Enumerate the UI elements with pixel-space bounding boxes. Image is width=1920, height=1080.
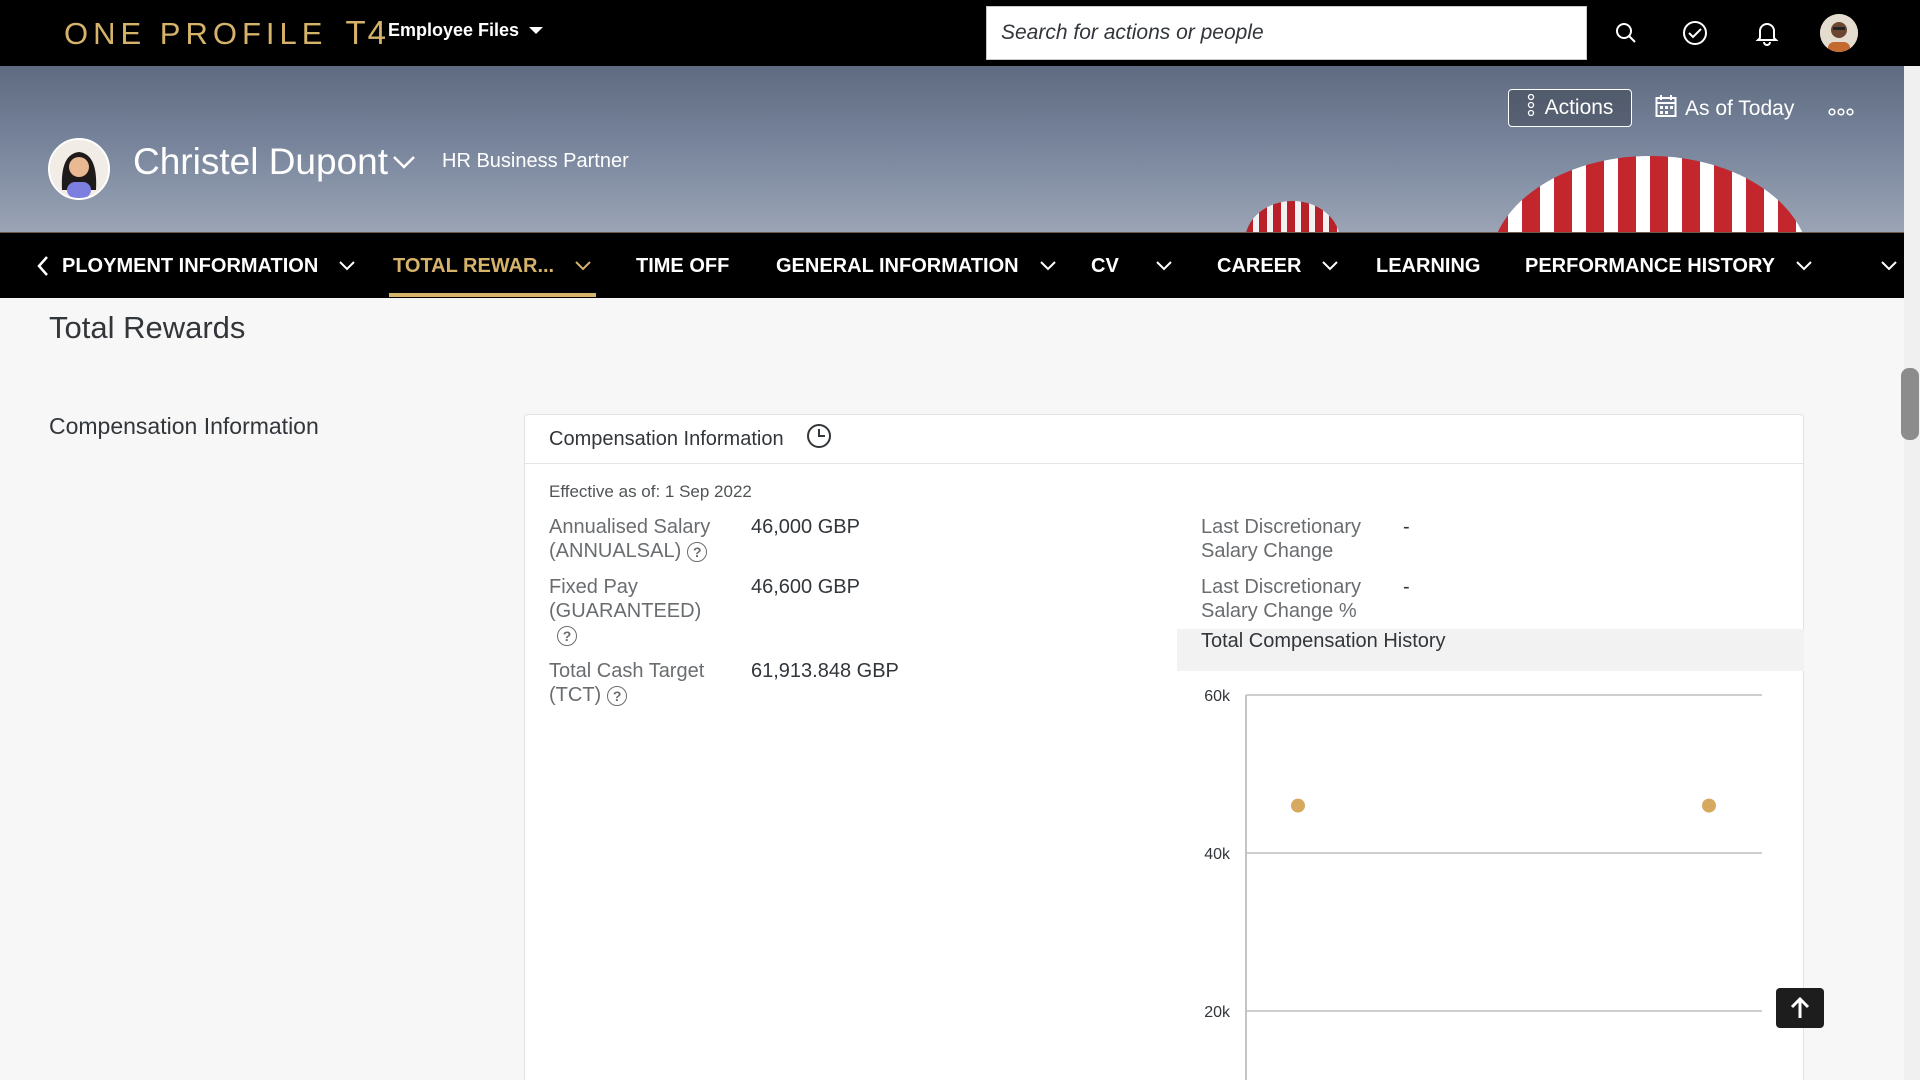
- more-options-icon[interactable]: [1828, 100, 1854, 121]
- search-icon[interactable]: [1608, 15, 1644, 51]
- actions-button[interactable]: Actions: [1508, 89, 1632, 127]
- tab-performance-history[interactable]: PERFORMANCE HISTORY: [1525, 233, 1813, 298]
- label-line: Salary Change: [1201, 540, 1334, 562]
- bell-icon[interactable]: [1749, 15, 1785, 51]
- help-icon[interactable]: ?: [687, 541, 708, 562]
- balloon-image: [1490, 156, 1810, 232]
- section-title: Total Rewards: [49, 310, 246, 345]
- section-tabs: PLOYMENT INFORMATION TOTAL REWAR... TIME…: [0, 232, 1904, 298]
- tab-employment-information[interactable]: PLOYMENT INFORMATION: [62, 233, 356, 298]
- effective-date: Effective as of: 1 Sep 2022: [549, 482, 752, 501]
- help-icon[interactable]: ?: [607, 685, 628, 706]
- total-cash-target-label: Total Cash Target (TCT)?: [549, 659, 704, 707]
- tab-label: CV: [1091, 254, 1119, 277]
- chevron-down-icon: [1156, 261, 1172, 271]
- y-tick-label: 20k: [1204, 1004, 1231, 1021]
- label-line: (GUARANTEED): [549, 600, 702, 622]
- caret-down-icon: [529, 27, 544, 34]
- total-cash-target-value: 61,913.848 GBP: [751, 660, 899, 682]
- menu-label: Employee Files: [388, 20, 520, 40]
- annualised-salary-value: 46,000 GBP: [751, 516, 860, 538]
- tab-general-information[interactable]: GENERAL INFORMATION: [776, 233, 1057, 298]
- tab-label: CAREER: [1217, 254, 1302, 277]
- help-icon[interactable]: ?: [557, 625, 577, 646]
- employee-files-menu[interactable]: Employee Files: [388, 20, 544, 41]
- logo-text: ONE PROFILE: [64, 16, 328, 51]
- employee-name: Christel Dupont: [133, 141, 389, 182]
- user-avatar[interactable]: [1820, 14, 1858, 52]
- arrow-up-icon: [1790, 996, 1810, 1018]
- label-line: Total Cash Target: [549, 660, 705, 682]
- calendar-icon: [1655, 94, 1677, 124]
- last-discretionary-change-label: Last Discretionary Salary Change: [1201, 515, 1361, 563]
- tab-learning[interactable]: LEARNING: [1376, 233, 1480, 298]
- annualised-salary-label: Annualised Salary (ANNUALSAL)?: [549, 515, 710, 563]
- data-point[interactable]: [1702, 798, 1716, 813]
- label-line: Last Discretionary: [1201, 576, 1362, 598]
- chevron-down-icon: [575, 261, 591, 271]
- chevron-down-icon: [1039, 261, 1056, 271]
- scrollbar-thumb[interactable]: [1901, 368, 1919, 440]
- chevron-down-icon: [1322, 261, 1339, 271]
- history-clock-icon[interactable]: [806, 423, 832, 455]
- chevron-down-icon: [339, 261, 355, 271]
- last-discretionary-change-pct-value: -: [1403, 576, 1410, 598]
- label-line: Last Discretionary: [1201, 516, 1362, 538]
- fixed-pay-label: Fixed Pay (GUARANTEED) ?: [549, 575, 701, 647]
- tab-label: LEARNING: [1376, 254, 1481, 277]
- company-logo[interactable]: ONE PROFILE T4: [64, 14, 388, 52]
- chevron-down-icon: [1796, 261, 1812, 271]
- tab-label: TIME OFF: [636, 254, 730, 277]
- employee-avatar[interactable]: [48, 138, 110, 200]
- y-tick-label: 60k: [1204, 688, 1231, 705]
- subsection-label: Compensation Information: [49, 413, 319, 439]
- tab-label: PLOYMENT INFORMATION: [62, 254, 319, 277]
- label-line: Annualised Salary: [549, 516, 711, 538]
- tab-label: TOTAL REWAR...: [393, 254, 555, 277]
- tab-cv[interactable]: CV: [1091, 233, 1173, 298]
- history-title: Total Compensation History: [1201, 630, 1446, 652]
- y-tick-label: 40k: [1204, 846, 1231, 863]
- label-line: Fixed Pay: [549, 576, 638, 598]
- chevron-down-icon[interactable]: [392, 154, 416, 175]
- as-of-today-button[interactable]: As of Today: [1655, 94, 1794, 124]
- label-line: (ANNUALSAL): [549, 540, 682, 562]
- tab-time-off[interactable]: TIME OFF: [636, 233, 729, 298]
- search-input[interactable]: Search for actions or people: [986, 6, 1587, 60]
- compensation-history-chart: 60k 40k 20k: [1204, 688, 1762, 1080]
- logo-suffix: T4: [345, 14, 388, 51]
- label-line: (TCT): [549, 684, 602, 706]
- shell-bar: ONE PROFILE T4 Employee Files Search for …: [0, 0, 1920, 66]
- job-title: HR Business Partner: [442, 150, 629, 172]
- data-point[interactable]: [1291, 798, 1305, 813]
- page-scrollbar-track: [1904, 66, 1920, 1080]
- card-title: Compensation Information: [549, 427, 784, 450]
- as-of-label: As of Today: [1685, 97, 1795, 120]
- chevron-down-icon-overflow[interactable]: [1880, 255, 1898, 282]
- last-discretionary-change-pct-label: Last Discretionary Salary Change %: [1201, 575, 1361, 623]
- search-placeholder: Search for actions or people: [1001, 21, 1264, 44]
- fixed-pay-value: 46,600 GBP: [751, 576, 860, 598]
- balloon-image-small: [1245, 201, 1340, 232]
- tab-label: GENERAL INFORMATION: [776, 254, 1019, 277]
- vertical-dots-icon: [1527, 93, 1535, 122]
- actions-label: Actions: [1544, 96, 1614, 119]
- scroll-to-top-button[interactable]: [1776, 988, 1824, 1028]
- card-header: Compensation Information: [525, 415, 1803, 464]
- tab-label: PERFORMANCE HISTORY: [1525, 254, 1776, 277]
- label-line: Salary Change %: [1201, 600, 1357, 622]
- chevron-left-icon[interactable]: [36, 255, 50, 282]
- last-discretionary-change-value: -: [1403, 516, 1410, 538]
- tab-total-rewards[interactable]: TOTAL REWAR...: [388, 233, 597, 298]
- tab-career[interactable]: CAREER: [1217, 233, 1339, 298]
- approvals-icon[interactable]: [1677, 15, 1713, 51]
